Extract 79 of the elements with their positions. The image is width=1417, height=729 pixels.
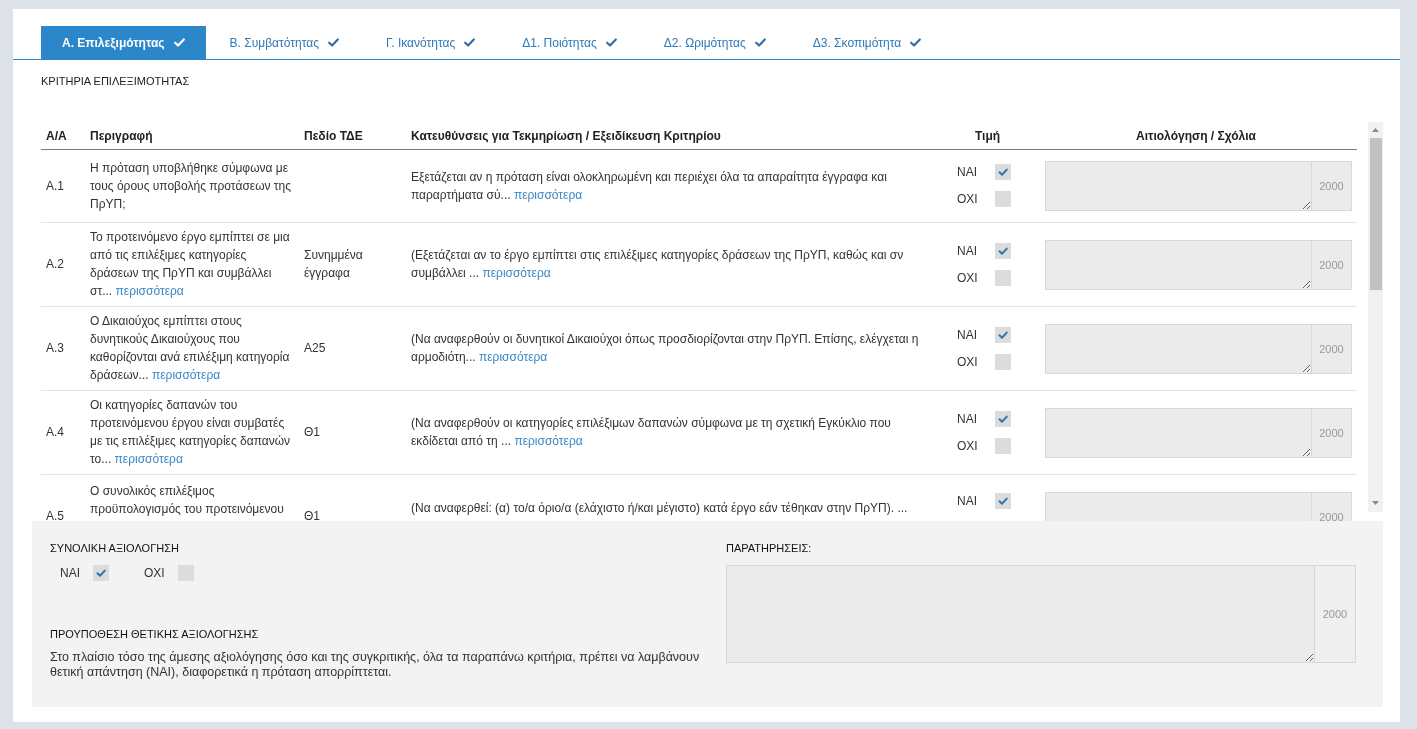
tde-field-value: Α25 [304,341,326,355]
character-counter: 2000 [1312,323,1352,374]
tab[interactable]: Δ3. Σκοπιμότητα [788,26,945,59]
checkbox[interactable] [995,410,1011,427]
scroll-up-arrow-icon[interactable] [1372,128,1379,132]
criterion-description: Το προτεινόμενο έργο εμπίπτει σε μια από τις επιλέξιμες κατηγορίες δράσεων της ΠρΥΠ και συμβάλλει στ... περισσότερα [90,229,291,300]
tde-field-value: Θ1 [304,425,320,439]
column-header: Κατευθύνσεις για Τεκμηρίωση / Εξειδίκευση Κριτηρίου [405,122,940,150]
guideline-text: (Να αναφερθούν οι κατηγορίες επιλέξιμων δαπανών σύμφωνα με τη σχετική Εγκύκλιο που εκδίδεται από τη ... περισσότερα [411,415,892,450]
checkbox[interactable] [995,164,1011,180]
more-link[interactable]: περισσότερα [514,434,583,448]
option-label: ΝΑΙ [957,410,978,428]
column-header: Τιμή [940,122,1035,150]
option-label: ΝΑΙ [957,326,978,344]
more-link[interactable]: περισσότερα [151,368,221,382]
column-header: Α/Α [41,122,84,150]
tab[interactable]: Γ. Ικανότητας [361,26,499,59]
checkbox[interactable] [995,242,1011,259]
comment-field[interactable] [1045,239,1312,290]
scrollbar-thumb[interactable] [1369,138,1382,290]
checkbox[interactable] [995,191,1011,207]
more-link[interactable]: περισσότερα [114,452,183,466]
more-link[interactable]: περισσότερα [482,266,551,280]
criterion-code: Α.4 [46,425,64,439]
remarks-label: ΠΑΡΑΤΗΡΗΣΕΙΣ: [726,541,812,555]
character-counter: 2000 [1312,407,1352,458]
option-label: ΟΧΙ [957,437,979,455]
column-header: Περιγραφή [84,122,298,150]
checkbox[interactable] [995,269,1011,286]
option-label: ΝΑΙ [957,164,978,181]
character-counter: 2000 [1312,161,1352,211]
option-label: ΟΧΙ [144,566,166,580]
option-label: ΝΑΙ [60,566,81,580]
comment-field[interactable] [1045,323,1312,374]
criterion-description: Οι κατηγορίες δαπανών του προτεινόμενου έργου είναι συμβατές με τις επιλέξιμες κατηγορίες δαπανών το... περισσότερα [90,397,292,468]
checkbox[interactable] [995,353,1011,370]
option-label: ΝΑΙ [957,492,978,510]
tde-field-value: Θ1 [304,509,320,521]
guideline-text: Εξετάζεται αν η πρόταση είναι ολοκληρωμένη και περιέχει όλα τα απαραίτητα έγγραφα και παραρτήματα σύ... περισσότερα [411,168,888,204]
column-header: Αιτιολόγηση / Σχόλια [1035,122,1357,150]
checkbox[interactable] [995,326,1011,343]
scroll-down-arrow-icon[interactable] [1372,501,1379,505]
scrollbar[interactable] [1368,122,1383,512]
more-link[interactable]: περισσότερα [513,187,583,202]
tab[interactable]: Δ1. Ποιότητας [498,26,640,59]
character-counter: 2000 [1312,492,1352,521]
criterion-code: Α.1 [46,178,64,193]
more-link[interactable]: περισσότερα [478,350,548,364]
guideline-text: (Εξετάζεται αν το έργο εμπίπτει στις επιλέξιμες κατηγορίες δράσεων της ΠρΥΠ, καθώς και σν συμβάλλει ... περισσότερα [411,247,905,282]
precondition-title: ΠΡΟΥΠΟΘΕΣΗ ΘΕΤΙΚΗΣ ΑΞΙΟΛΟΓΗΣΗΣ [50,627,259,641]
guideline-text: (Να αναφερθούν οι δυνητικοί Δικαιούχοι όπως προσδιορίζονται στην ΠρΥΠ. Επίσης, ελέγχεται η αρμοδιότη... περισσότερα [411,331,920,366]
option-label: ΟΧΙ [957,353,979,371]
option-label: ΟΧΙ [957,269,979,287]
criterion-code: Α.3 [46,341,64,355]
criterion-code: Α.2 [46,257,64,271]
checkbox[interactable] [995,437,1011,454]
tab[interactable]: Α. Επιλεξιμότητας [41,26,206,59]
tab[interactable]: Δ2. Ωριμότητας [639,26,789,59]
criterion-description: Ο Δικαιούχος εμπίπτει στους δυνητικούς Δικαιούχους που καθορίζονται ανά επιλέξιμη κατηγορία δράσεων... περισσότερα [90,313,291,384]
guideline-text: (Να αναφερθεί: (α) το/α όριο/α (ελάχιστο ή/και μέγιστο) κατά έργο εάν τέθηκαν στην ΠρΥΠ). ... [411,500,909,517]
comment-field[interactable] [726,565,1315,663]
more-link[interactable]: περισσότερα [115,284,184,298]
checkbox[interactable] [995,492,1011,509]
character-counter: 2000 [1312,239,1352,290]
assessment-title: ΣΥΝΟΛΙΚΗ ΑΞΙΟΛΟΓΗΣΗ [50,541,179,555]
criterion-description: Ο συνολικός επιλέξιμος προϋπολογισμός του προτεινόμενου [90,483,285,518]
option-label: ΝΑΙ [957,242,978,260]
comment-field[interactable] [1045,407,1312,458]
criterion-code: Α.5 [46,509,64,521]
checkbox[interactable] [93,565,109,581]
column-header: Πεδίο ΤΔΕ [298,122,405,150]
comment-field[interactable] [1045,161,1312,211]
tab[interactable]: Β. Συμβατότητας [205,26,362,59]
section-title: ΚΡΙΤΗΡΙΑ ΕΠΙΛΕΞΙΜΟΤΗΤΑΣ [41,75,190,87]
tde-field-value: Συνημμένα έγγραφα [304,248,363,280]
option-label: ΟΧΙ [957,191,979,208]
criterion-description: Η πρόταση υποβλήθηκε σύμφωνα με τους όρους υποβολής προτάσεων της ΠρΥΠ; [90,159,292,213]
character-counter: 2000 [1315,565,1356,663]
precondition-text: Στο πλαίσιο τόσο της άμεσης αξιολόγησης όσο και της συγκριτικής, όλα τα παραπάνω κριτήρια, πρέπει να λαμβάνουν θετική απάντηση (ΝΑΙ), διαφορετικά η πρόταση απορρίπτεται. [50,650,701,680]
